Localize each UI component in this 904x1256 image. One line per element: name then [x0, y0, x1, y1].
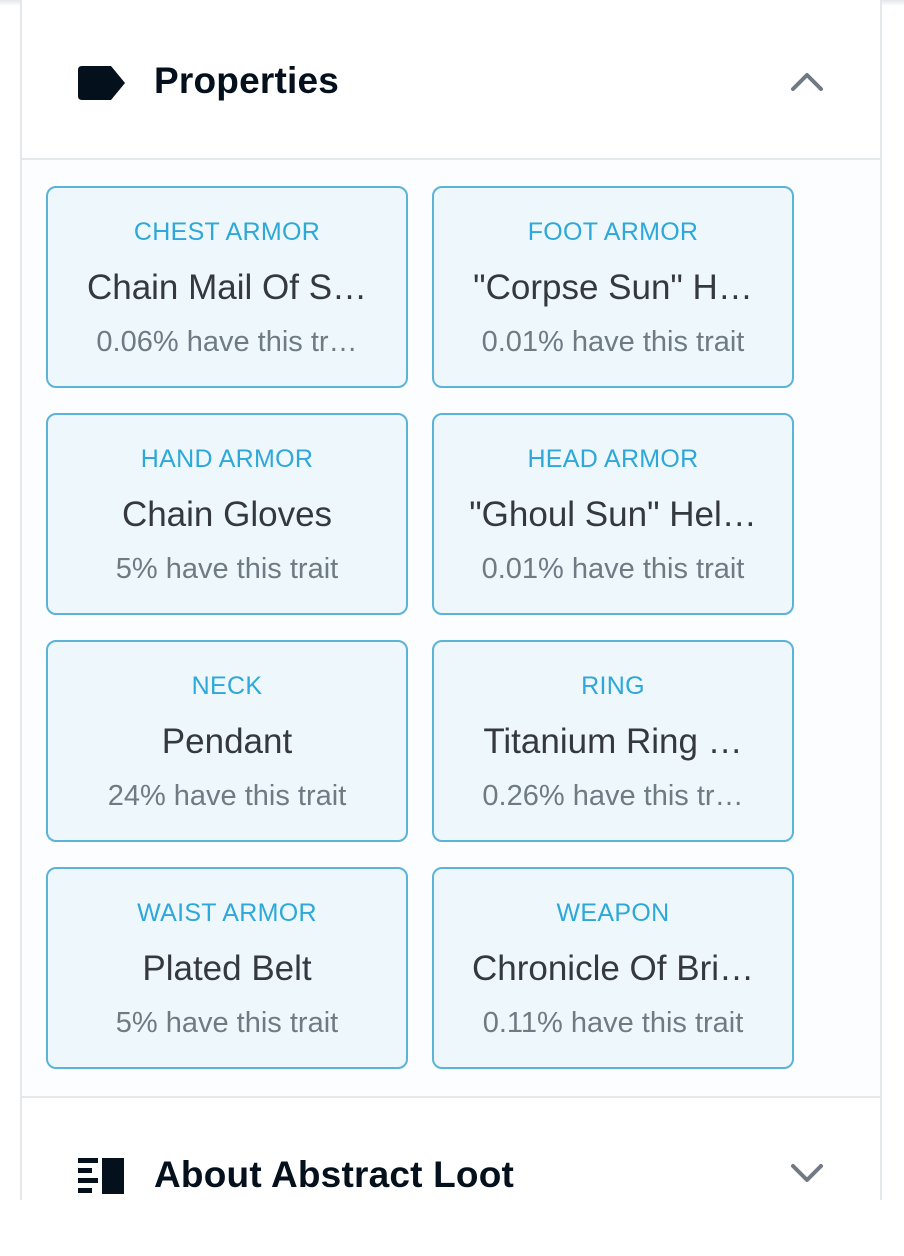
- trait-card[interactable]: WEAPON Chronicle Of Bri… 0.11% have this…: [432, 867, 794, 1069]
- properties-grid: CHEST ARMOR Chain Mail Of S… 0.06% have …: [22, 160, 880, 1096]
- chevron-down-icon[interactable]: [790, 1162, 824, 1189]
- trait-type: RING: [581, 672, 645, 700]
- trait-type: WAIST ARMOR: [137, 899, 317, 927]
- item-details-panel: Properties CHEST ARMOR Chain Mail Of S… …: [20, 0, 882, 1200]
- about-collection-title: About Abstract Loot: [154, 1154, 515, 1195]
- trait-type: WEAPON: [556, 899, 670, 927]
- trait-rarity: 5% have this trait: [115, 553, 339, 585]
- trait-card[interactable]: FOOT ARMOR "Corpse Sun" H… 0.01% have th…: [432, 186, 794, 388]
- about-collection-header[interactable]: About Abstract Loot: [22, 1096, 880, 1256]
- trait-rarity: 0.26% have this tr…: [482, 780, 744, 812]
- trait-type: HEAD ARMOR: [527, 445, 699, 473]
- trait-card[interactable]: HAND ARMOR Chain Gloves 5% have this tra…: [46, 413, 408, 615]
- trait-value: Pendant: [161, 722, 293, 761]
- trait-value: Chronicle Of Bri…: [471, 949, 755, 988]
- properties-title: Properties: [154, 60, 340, 101]
- trait-rarity: 0.01% have this trait: [481, 553, 745, 585]
- trait-card[interactable]: NECK Pendant 24% have this trait: [46, 640, 408, 842]
- trait-card[interactable]: CHEST ARMOR Chain Mail Of S… 0.06% have …: [46, 186, 408, 388]
- properties-header[interactable]: Properties: [22, 0, 880, 160]
- trait-value: "Ghoul Sun" Hel…: [469, 495, 757, 534]
- trait-type: HAND ARMOR: [140, 445, 314, 473]
- trait-rarity: 5% have this trait: [115, 1007, 339, 1039]
- trait-type: FOOT ARMOR: [527, 218, 699, 246]
- trait-rarity: 0.01% have this trait: [481, 326, 745, 358]
- chevron-up-icon[interactable]: [790, 70, 824, 97]
- trait-type: CHEST ARMOR: [133, 218, 321, 246]
- trait-value: Chain Gloves: [121, 495, 333, 534]
- trait-value: Plated Belt: [142, 949, 312, 988]
- trait-rarity: 0.06% have this tr…: [96, 326, 358, 358]
- trait-rarity: 24% have this trait: [107, 780, 347, 812]
- trait-value: "Corpse Sun" H…: [473, 268, 753, 307]
- description-list-icon: [78, 1158, 124, 1199]
- trait-card[interactable]: WAIST ARMOR Plated Belt 5% have this tra…: [46, 867, 408, 1069]
- trait-card[interactable]: RING Titanium Ring … 0.26% have this tr…: [432, 640, 794, 842]
- tag-icon: [78, 66, 126, 105]
- trait-card[interactable]: HEAD ARMOR "Ghoul Sun" Hel… 0.01% have t…: [432, 413, 794, 615]
- trait-rarity: 0.11% have this trait: [482, 1007, 744, 1039]
- trait-value: Titanium Ring …: [483, 722, 743, 761]
- trait-value: Chain Mail Of S…: [86, 268, 368, 307]
- trait-type: NECK: [191, 672, 263, 700]
